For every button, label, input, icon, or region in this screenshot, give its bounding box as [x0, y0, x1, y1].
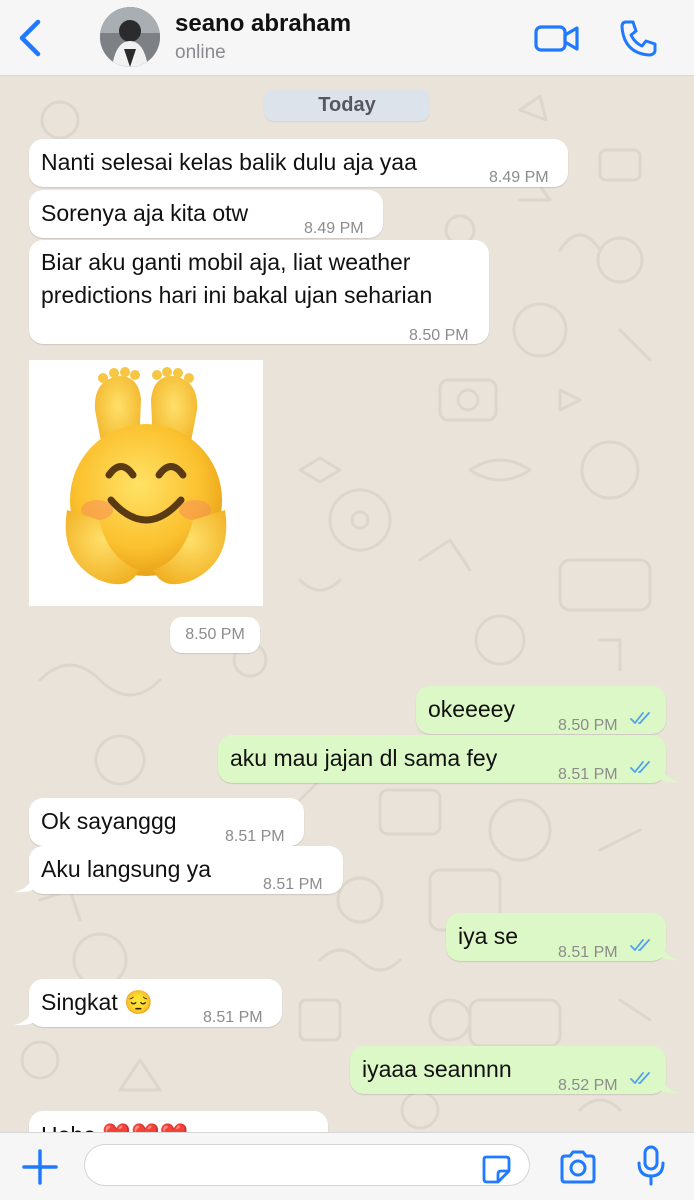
outgoing-message[interactable]: iya se 8.51 PM — [446, 913, 666, 961]
message-text: Singkat 😔 — [41, 989, 153, 1015]
message-time: 8.51 PM — [558, 944, 618, 961]
date-separator: Today — [264, 89, 430, 121]
chat-header: seano abraham online — [0, 0, 694, 76]
video-camera-icon — [534, 25, 579, 52]
back-button[interactable] — [14, 18, 50, 58]
message-text: aku mau jajan dl sama fey — [230, 745, 498, 771]
camera-button[interactable] — [558, 1149, 598, 1185]
smiling-face-with-open-hands-and-feet-sticker — [65, 367, 227, 585]
message-time: 8.51 PM — [263, 876, 323, 893]
message-text: iya se — [458, 923, 519, 949]
message-text: Nanti selesai kelas balik dulu aja yaa — [41, 149, 417, 175]
read-ticks-icon — [630, 712, 650, 724]
chevron-left-icon — [19, 19, 41, 57]
incoming-message[interactable]: Aku langsung ya 8.51 PM — [29, 846, 343, 894]
outgoing-message[interactable]: aku mau jajan dl sama fey 8.51 PM — [218, 735, 666, 783]
message-text-line-2: predictions hari ini bakal ujan seharian — [41, 282, 433, 308]
message-time: 8.52 PM — [558, 1077, 618, 1094]
phone-icon — [620, 20, 657, 57]
contact-status: online — [175, 42, 226, 63]
message-text: Ok sayanggg — [41, 808, 177, 834]
message-time: 8.50 PM — [409, 327, 469, 344]
bubble-tail — [660, 941, 680, 961]
message-input-bar — [0, 1132, 694, 1200]
avatar[interactable] — [100, 7, 160, 67]
message-text: iyaaa seannnn — [362, 1056, 512, 1082]
microphone-icon — [637, 1145, 665, 1186]
voice-message-button[interactable] — [636, 1145, 666, 1187]
message-input[interactable] — [84, 1144, 530, 1186]
read-ticks-icon — [630, 939, 650, 951]
sticker-time: 8.50 PM — [170, 617, 260, 653]
attach-button[interactable] — [20, 1147, 60, 1187]
camera-icon — [560, 1150, 596, 1184]
contact-name[interactable]: seano abraham — [175, 10, 351, 38]
message-text: Aku langsung ya — [41, 856, 212, 882]
message-time: 8.51 PM — [203, 1009, 263, 1026]
incoming-message[interactable]: Ok sayanggg 8.51 PM — [29, 798, 304, 846]
outgoing-message[interactable]: iyaaa seannnn 8.52 PM — [350, 1046, 666, 1094]
plus-icon — [22, 1149, 58, 1185]
message-time: 8.51 PM — [558, 766, 618, 783]
incoming-message[interactable]: Hehe ❤️❤️❤️ — [29, 1111, 328, 1132]
message-time: 8.49 PM — [489, 169, 549, 186]
sticker-button[interactable] — [480, 1153, 512, 1185]
message-text: okeeeey — [428, 696, 515, 722]
bubble-tail — [660, 1074, 680, 1094]
bubble-tail — [14, 873, 34, 893]
incoming-message[interactable]: Singkat 😔 8.51 PM — [29, 979, 282, 1027]
incoming-message[interactable]: Biar aku ganti mobil aja, liat weather p… — [29, 240, 489, 344]
incoming-message[interactable]: Nanti selesai kelas balik dulu aja yaa 8… — [29, 139, 568, 187]
message-text: Sorenya aja kita otw — [41, 200, 249, 226]
video-call-button[interactable] — [534, 18, 580, 58]
sticker-message[interactable] — [29, 360, 263, 606]
avatar-photo — [100, 7, 160, 67]
read-ticks-icon — [630, 1072, 650, 1084]
incoming-message[interactable]: Sorenya aja kita otw 8.49 PM — [29, 190, 383, 238]
outgoing-message[interactable]: okeeeey 8.50 PM — [416, 686, 666, 734]
read-ticks-icon — [630, 761, 650, 773]
message-text: Hehe ❤️❤️❤️ — [41, 1119, 188, 1132]
bubble-tail — [660, 763, 680, 783]
bubble-tail — [14, 1006, 34, 1026]
voice-call-button[interactable] — [618, 18, 658, 58]
message-text-line-1: Biar aku ganti mobil aja, liat weather — [41, 249, 411, 275]
sticker-icon — [482, 1155, 511, 1184]
chat-messages[interactable]: Today Nanti selesai kelas balik dulu aja… — [0, 75, 694, 1132]
